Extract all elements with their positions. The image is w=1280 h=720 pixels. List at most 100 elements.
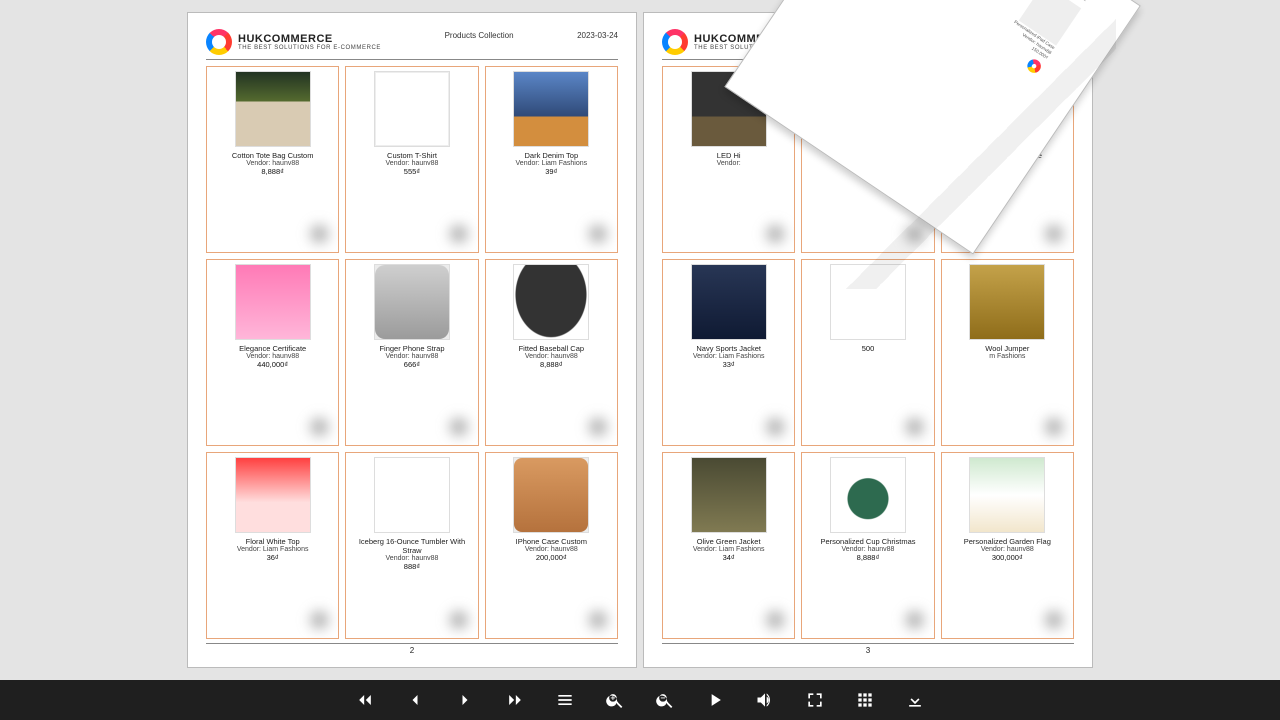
product-cell[interactable]: Finger Phone StrapVendor: haunv88666₫✚ (345, 259, 478, 446)
product-name: Dark Denim Top (525, 151, 579, 160)
product-vendor: Vendor: Liam Fashions (693, 546, 765, 553)
product-cell[interactable]: Top✚ (801, 66, 934, 253)
product-name: Wool Jumper (985, 344, 1029, 353)
product-thumbnail (830, 457, 906, 533)
reader-toolbar (0, 680, 1280, 720)
page-left[interactable]: HUKCOMMERCE THE BEST SOLUTIONS FOR E-COM… (187, 12, 637, 668)
product-vendor: Vendor: Liam Fashions (516, 160, 588, 167)
product-price: 36₫ (267, 553, 279, 562)
page-header: HUKCOMMERCE THE BEST SOLUTIONS FOR E-COM… (206, 29, 618, 60)
prev-page-button[interactable] (403, 688, 427, 712)
header-title: Products Collection (381, 29, 577, 40)
page-right[interactable]: HUKCOMMERCE THE BEST SOLUTIONS FOR E-COM… (643, 12, 1093, 668)
product-cell[interactable]: T-Shirt Product BaseVendor: haunv8856₫✚ (941, 66, 1074, 253)
product-vendor: m Fashions (989, 353, 1025, 360)
product-price: 200,000₫ (536, 553, 567, 562)
product-cell[interactable]: Cotton Tote Bag CustomVendor: haunv888,8… (206, 66, 339, 253)
product-vendor: Vendor: Liam Fashions (693, 353, 765, 360)
product-thumbnail (513, 264, 589, 340)
product-cell[interactable]: Personalized Cup ChristmasVendor: haunv8… (801, 452, 934, 639)
product-thumbnail (374, 457, 450, 533)
brand-logo-icon (662, 29, 688, 55)
product-price: 500 (862, 344, 875, 353)
first-page-button[interactable] (353, 688, 377, 712)
product-thumbnail (374, 264, 450, 340)
product-vendor: Vendor: haunv88 (386, 160, 439, 167)
add-watermark-icon: ✚ (579, 411, 617, 445)
product-price: 33₫ (723, 360, 735, 369)
add-watermark-icon: ✚ (1035, 411, 1073, 445)
toc-button[interactable] (553, 688, 577, 712)
product-cell[interactable]: Floral White TopVendor: Liam Fashions36₫… (206, 452, 339, 639)
product-cell[interactable]: Navy Sports JacketVendor: Liam Fashions3… (662, 259, 795, 446)
product-thumbnail (691, 457, 767, 533)
add-watermark-icon: ✚ (896, 411, 934, 445)
add-watermark-icon: ✚ (300, 411, 338, 445)
header-date: 2023-03-24 (1033, 29, 1074, 40)
add-watermark-icon: ✚ (896, 604, 934, 638)
product-cell[interactable]: Olive Green JacketVendor: Liam Fashions3… (662, 452, 795, 639)
product-price: 888₫ (404, 562, 420, 571)
product-vendor: Vendor: haunv88 (525, 353, 578, 360)
product-thumbnail (235, 264, 311, 340)
product-cell[interactable]: Personalized Garden FlagVendor: haunv883… (941, 452, 1074, 639)
brand-logo-icon (206, 29, 232, 55)
product-cell[interactable]: LED HiVendor:✚ (662, 66, 795, 253)
add-watermark-icon: ✚ (440, 411, 478, 445)
product-vendor: Vendor: haunv88 (981, 546, 1034, 553)
product-cell[interactable]: Custom T-ShirtVendor: haunv88555₫✚ (345, 66, 478, 253)
product-name: IPhone Case Custom (516, 537, 587, 546)
product-cell[interactable]: Dark Denim TopVendor: Liam Fashions39₫✚ (485, 66, 618, 253)
product-cell[interactable]: IPhone Case CustomVendor: haunv88200,000… (485, 452, 618, 639)
product-price: 666₫ (404, 360, 420, 369)
curl-brand-line2: THE BEST SOLUTIONS FOR E-COMMERCE (1016, 0, 1088, 2)
product-cell[interactable]: Wool Jumperm Fashions ✚ (941, 259, 1074, 446)
page-header: HUKCOMMERCE THE BEST SOLUTIONS FOR E-COM… (662, 29, 1074, 60)
product-cell[interactable]: Iceberg 16-Ounce Tumbler With StrawVendo… (345, 452, 478, 639)
product-name: Cotton Tote Bag Custom (232, 151, 314, 160)
download-button[interactable] (903, 688, 927, 712)
page-number: 3 (662, 643, 1074, 655)
add-watermark-icon: ✚ (300, 218, 338, 252)
last-page-button[interactable] (503, 688, 527, 712)
brand-line1: HUKCOMMERCE (694, 33, 837, 45)
brand-line1: HUKCOMMERCE (238, 33, 381, 45)
product-price: 8,888₫ (261, 167, 284, 176)
product-name: Olive Green Jacket (697, 537, 761, 546)
product-vendor: Vendor: haunv88 (981, 160, 1034, 167)
product-vendor: Vendor: haunv88 (246, 353, 299, 360)
product-name: Floral White Top (246, 537, 300, 546)
flipbook-stage: HUKCOMMERCE THE BEST SOLUTIONS FOR E-COM… (0, 0, 1280, 680)
brand-line2: THE BEST SOLUTIONS FOR E-COMMERCE (238, 45, 381, 51)
product-price: 8,888₫ (857, 553, 880, 562)
sound-button[interactable] (753, 688, 777, 712)
product-name: Personalized Cup Christmas (820, 537, 915, 546)
zoom-out-button[interactable] (653, 688, 677, 712)
product-vendor: Vendor: haunv88 (386, 555, 439, 562)
brand-line2: THE BEST SOLUTIONS FOR E-COMMERCE (694, 45, 837, 51)
product-name: T-Shirt Product Base (973, 151, 1042, 160)
product-cell[interactable]: Elegance CertificateVendor: haunv88440,0… (206, 259, 339, 446)
product-name: Iceberg 16-Ounce Tumbler With Straw (348, 537, 475, 555)
product-cell[interactable]: Fitted Baseball CapVendor: haunv888,888₫… (485, 259, 618, 446)
thumbnails-button[interactable] (853, 688, 877, 712)
add-watermark-icon: ✚ (300, 604, 338, 638)
product-vendor: Vendor: (717, 160, 741, 167)
product-name: LED Hi (717, 151, 741, 160)
zoom-in-button[interactable] (603, 688, 627, 712)
product-name: Custom T-Shirt (387, 151, 437, 160)
header-date: 2023-03-24 (577, 29, 618, 40)
product-thumbnail (830, 71, 906, 147)
next-page-button[interactable] (453, 688, 477, 712)
product-thumbnail (830, 264, 906, 340)
autoplay-button[interactable] (703, 688, 727, 712)
product-cell[interactable]: 500 ✚ (801, 259, 934, 446)
product-price: 555₫ (404, 167, 420, 176)
add-watermark-icon: ✚ (440, 604, 478, 638)
add-watermark-icon: ✚ (579, 218, 617, 252)
product-thumbnail (969, 71, 1045, 147)
page-number: 2 (206, 643, 618, 655)
product-thumbnail (513, 71, 589, 147)
add-watermark-icon: ✚ (896, 218, 934, 252)
fullscreen-button[interactable] (803, 688, 827, 712)
